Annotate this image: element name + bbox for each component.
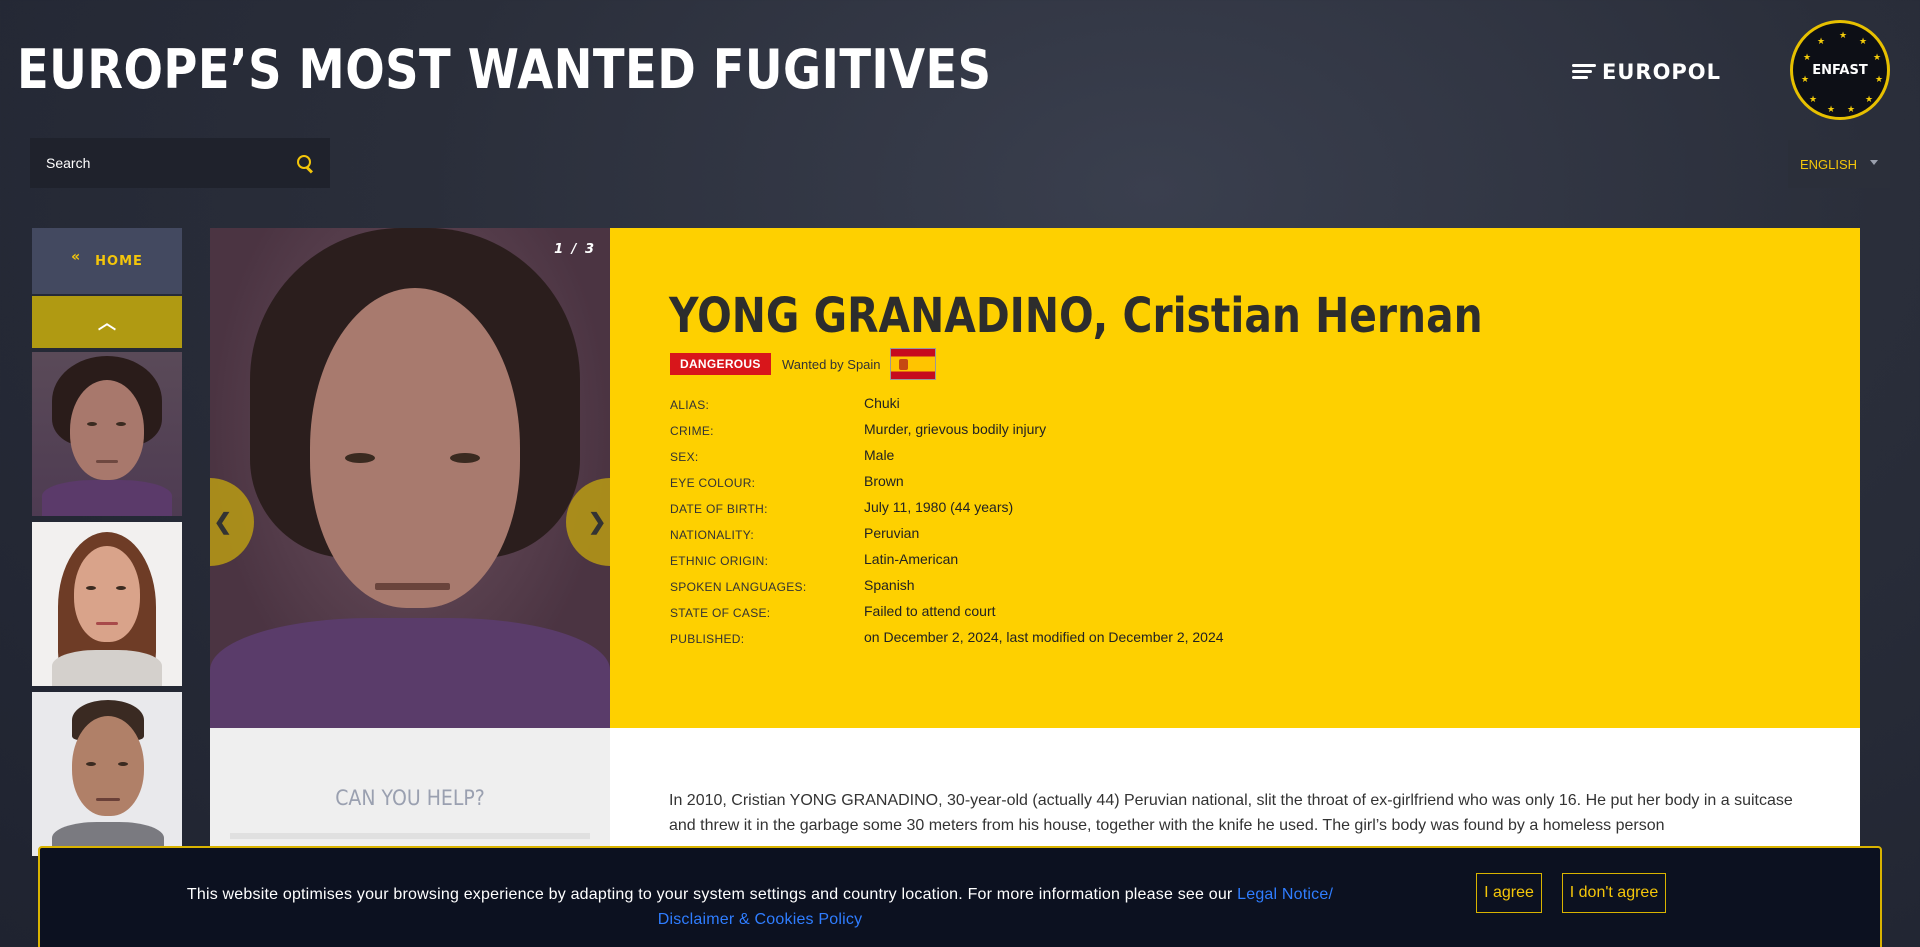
cookie-consent-text: This website optimises your browsing exp… — [40, 882, 1480, 932]
caret-down-icon — [1870, 160, 1878, 165]
detail-label: EYE COLOUR: — [670, 476, 756, 490]
fugitive-main-photo — [210, 228, 610, 728]
search-box — [30, 138, 330, 188]
detail-value: Male — [864, 447, 895, 463]
cookie-message: This website optimises your browsing exp… — [186, 886, 1238, 903]
detail-label: DATE OF BIRTH: — [670, 502, 768, 516]
disagree-button[interactable]: I don't agree — [1562, 873, 1666, 913]
europol-logo[interactable]: EUROPOL — [1572, 60, 1721, 84]
detail-label: ALIAS: — [670, 398, 710, 412]
fugitive-thumbnail[interactable] — [32, 352, 182, 516]
detail-label: PUBLISHED: — [670, 632, 745, 646]
detail-row: DATE OF BIRTH: July 11, 1980 (44 years) — [670, 499, 1224, 525]
detail-row: ALIAS: Chuki — [670, 395, 1224, 421]
cookie-consent-bar: This website optimises your browsing exp… — [38, 846, 1882, 947]
europol-logo-mark-icon — [1572, 64, 1596, 80]
dangerous-badge: DANGEROUS — [670, 353, 771, 375]
wanted-by-label: Wanted by Spain — [782, 357, 881, 372]
fugitive-thumbnail[interactable] — [32, 692, 182, 856]
fugitive-details: ALIAS: Chuki CRIME: Murder, grievous bodily… — [670, 395, 1224, 655]
detail-label: ETHNIC ORIGIN: — [670, 554, 769, 568]
detail-row: EYE COLOUR: Brown — [670, 473, 1224, 499]
detail-row: SEX: Male — [670, 447, 1224, 473]
agree-button[interactable]: I agree — [1476, 873, 1542, 913]
language-select[interactable]: ENGLISH — [1788, 140, 1890, 188]
double-chevron-left-icon: « — [71, 249, 82, 265]
detail-label: STATE OF CASE: — [670, 606, 771, 620]
detail-row: NATIONALITY: Peruvian — [670, 525, 1224, 551]
fugitive-info-panel: YONG GRANADINO, Cristian Hernan DANGEROU… — [610, 228, 1860, 728]
detail-row: CRIME: Murder, grievous bodily injury — [670, 421, 1224, 447]
slide-counter: 1 / 3 — [554, 242, 596, 257]
help-title: CAN YOU HELP? — [335, 786, 485, 810]
chevron-up-icon: ︿ — [98, 313, 116, 333]
detail-label: NATIONALITY: — [670, 528, 755, 542]
detail-value: Peruvian — [864, 525, 920, 541]
chevron-left-icon: ❮ — [213, 509, 232, 534]
spain-flag-icon — [890, 348, 936, 380]
detail-value: Latin-American — [864, 551, 959, 567]
detail-row: STATE OF CASE: Failed to attend court — [670, 603, 1224, 629]
detail-value: Failed to attend court — [864, 603, 996, 619]
europol-logo-text: EUROPOL — [1602, 60, 1722, 84]
fugitive-photo-slider: 1 / 3 ❮ ❯ — [210, 228, 610, 728]
search-icon[interactable] — [296, 154, 314, 172]
sidebar: « HOME ︿ — [32, 228, 182, 856]
detail-row: PUBLISHED: on December 2, 2024, last modi… — [670, 629, 1224, 655]
enfast-badge-logo[interactable]: ★ ★ ★ ★ ★ ★ ★ ★ ★ ★ ★ ENFAST — [1790, 20, 1890, 120]
site-title: EUROPE’S MOST WANTED FUGITIVES — [17, 38, 992, 101]
fugitive-name: YONG GRANADINO, Cristian Hernan — [669, 288, 1483, 344]
detail-value: on December 2, 2024, last modified on De… — [864, 629, 1224, 645]
help-form-field[interactable] — [230, 833, 590, 839]
search-input[interactable] — [46, 155, 296, 171]
detail-value: Spanish — [864, 577, 915, 593]
detail-value: Chuki — [864, 395, 900, 411]
detail-label: SPOKEN LANGUAGES: — [670, 580, 807, 594]
fugitive-photo — [32, 352, 182, 516]
enfast-badge-text: ENFAST — [1812, 62, 1868, 78]
legal-notice-link[interactable]: Legal Notice/ — [1237, 886, 1333, 903]
fugitive-photo — [32, 522, 182, 686]
detail-value: Murder, grievous bodily injury — [864, 421, 1047, 437]
fugitive-thumbnail[interactable] — [32, 522, 182, 686]
chevron-right-icon: ❯ — [588, 509, 607, 534]
detail-value: July 11, 1980 (44 years) — [864, 499, 1014, 515]
fugitive-photo — [32, 692, 182, 856]
case-description: In 2010, Cristian YONG GRANADINO, 30-yea… — [669, 792, 1793, 834]
cookies-policy-link[interactable]: Disclaimer & Cookies Policy — [658, 911, 863, 928]
detail-value: Brown — [864, 473, 904, 489]
home-button[interactable]: « HOME — [32, 228, 182, 294]
scroll-up-button[interactable]: ︿ — [32, 296, 182, 348]
language-selected-label: ENGLISH — [1800, 156, 1858, 172]
detail-row: ETHNIC ORIGIN: Latin-American — [670, 551, 1224, 577]
detail-label: CRIME: — [670, 424, 714, 438]
home-button-label: HOME — [95, 253, 143, 269]
detail-label: SEX: — [670, 450, 699, 464]
detail-row: SPOKEN LANGUAGES: Spanish — [670, 577, 1224, 603]
